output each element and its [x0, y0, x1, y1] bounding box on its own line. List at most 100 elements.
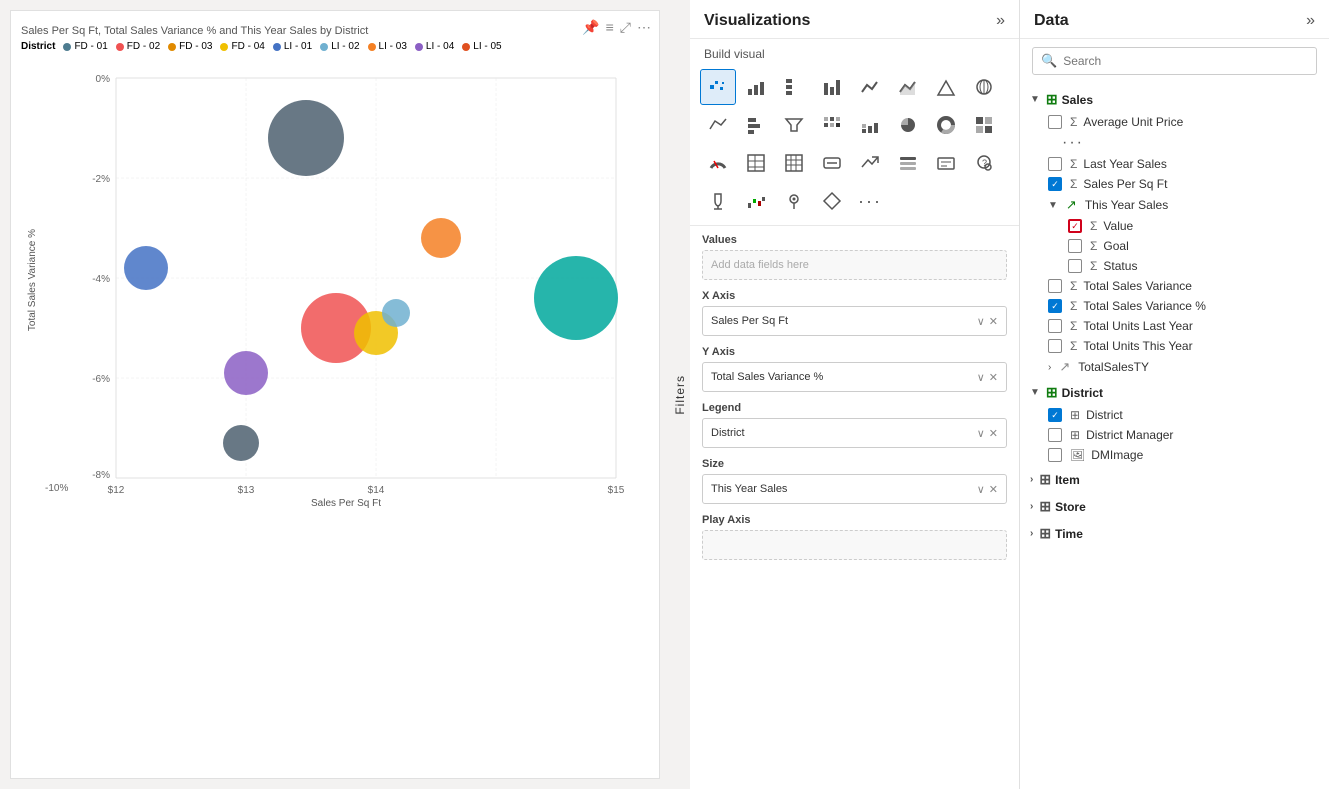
tree-item-dmimage[interactable]: 🖼 DMImage	[1020, 445, 1329, 465]
tree-item-district-manager[interactable]: ⊞ District Manager	[1020, 425, 1329, 445]
y-axis-well-box[interactable]: Total Sales Variance % ∨ ✕	[702, 362, 1007, 392]
tree-item-status[interactable]: Σ Status	[1020, 256, 1329, 276]
tree-item-avg-unit-price[interactable]: Σ Average Unit Price	[1020, 112, 1329, 132]
viz-icon-heatmap[interactable]	[814, 107, 850, 143]
bubble-li04[interactable]	[224, 351, 268, 395]
viz-icon-line[interactable]	[814, 69, 850, 105]
y-axis-chevron[interactable]: ∨	[977, 371, 985, 384]
viz-icon-diamond[interactable]	[814, 183, 850, 219]
this-year-sales-chevron[interactable]: ▼	[1048, 200, 1058, 211]
viz-icon-textbox[interactable]	[928, 145, 964, 181]
size-controls[interactable]: ∨ ✕	[977, 483, 998, 496]
district-manager-checkbox[interactable]	[1048, 428, 1062, 442]
legend-remove[interactable]: ✕	[989, 427, 998, 440]
tree-item-goal[interactable]: Σ Goal	[1020, 236, 1329, 256]
viz-icon-gauge[interactable]	[700, 145, 736, 181]
viz-icon-more[interactable]: ···	[852, 183, 888, 219]
viz-icon-pie[interactable]	[890, 107, 926, 143]
viz-icon-mappin[interactable]	[776, 183, 812, 219]
total-units-this-year-checkbox[interactable]	[1048, 339, 1062, 353]
viz-icon-kpi[interactable]	[852, 145, 888, 181]
goal-checkbox[interactable]	[1068, 239, 1082, 253]
y-axis-controls[interactable]: ∨ ✕	[977, 371, 998, 384]
search-input[interactable]	[1063, 54, 1308, 68]
tree-group-store-header[interactable]: › ⊞ Store	[1020, 494, 1329, 519]
x-axis-remove[interactable]: ✕	[989, 315, 998, 328]
values-well-box[interactable]: Add data fields here	[702, 250, 1007, 280]
tree-group-time-header[interactable]: › ⊞ Time	[1020, 521, 1329, 546]
legend-controls[interactable]: ∨ ✕	[977, 427, 998, 440]
legend-item-fd03: FD - 03	[168, 41, 212, 52]
tree-item-last-year-sales[interactable]: Σ Last Year Sales	[1020, 154, 1329, 174]
data-panel-expand[interactable]: »	[1306, 12, 1315, 30]
total-sales-variance-pct-checkbox[interactable]: ✓	[1048, 299, 1062, 313]
viz-icon-waterfall[interactable]	[738, 183, 774, 219]
total-sales-ty-chevron[interactable]: ›	[1048, 362, 1051, 373]
viz-icon-qanda[interactable]: ?	[966, 145, 1002, 181]
viz-icon-table[interactable]	[738, 145, 774, 181]
size-well-box[interactable]: This Year Sales ∨ ✕	[702, 474, 1007, 504]
viz-icon-line2[interactable]	[700, 107, 736, 143]
svg-text:$15: $15	[608, 485, 625, 496]
district-checkbox[interactable]: ✓	[1048, 408, 1062, 422]
last-year-sales-checkbox[interactable]	[1048, 157, 1062, 171]
play-axis-well-box[interactable]	[702, 530, 1007, 560]
x-axis-controls[interactable]: ∨ ✕	[977, 315, 998, 328]
bubble-li05[interactable]	[534, 256, 618, 340]
viz-icon-map[interactable]	[966, 69, 1002, 105]
size-chevron[interactable]: ∨	[977, 483, 985, 496]
viz-icon-slicer[interactable]	[890, 145, 926, 181]
tree-item-total-sales-ty[interactable]: › ↗ TotalSalesTY	[1020, 356, 1329, 378]
y-axis-remove[interactable]: ✕	[989, 371, 998, 384]
tree-item-this-year-sales[interactable]: ▼ ↗ This Year Sales	[1020, 194, 1329, 216]
bubble-li02[interactable]	[382, 299, 410, 327]
tree-group-sales-header[interactable]: ▼ ⊞ Sales	[1020, 87, 1329, 112]
bubble-fd01[interactable]	[268, 100, 344, 176]
viz-icon-matrix[interactable]	[776, 145, 812, 181]
viz-icon-column[interactable]	[776, 69, 812, 105]
more-icon[interactable]: ≡	[606, 19, 614, 36]
bubble-fd03[interactable]	[421, 218, 461, 258]
tree-item-district[interactable]: ✓ ⊞ District	[1020, 405, 1329, 425]
tree-item-value[interactable]: ✓ Σ Value	[1020, 216, 1329, 236]
tree-item-total-sales-variance-pct[interactable]: ✓ Σ Total Sales Variance %	[1020, 296, 1329, 316]
tree-item-total-units-this-year[interactable]: Σ Total Units This Year	[1020, 336, 1329, 356]
viz-icon-bar2[interactable]	[738, 107, 774, 143]
tree-group-item-header[interactable]: › ⊞ Item	[1020, 467, 1329, 492]
total-units-last-year-checkbox[interactable]	[1048, 319, 1062, 333]
visualizations-panel: Visualizations » Build visual	[690, 0, 1020, 789]
search-box[interactable]: 🔍	[1032, 47, 1317, 75]
tree-item-total-sales-variance[interactable]: Σ Total Sales Variance	[1020, 276, 1329, 296]
tree-item-sales-per-sq-ft[interactable]: ✓ Σ Sales Per Sq Ft	[1020, 174, 1329, 194]
tree-group-district-header[interactable]: ▼ ⊞ District	[1020, 380, 1329, 405]
dmimage-checkbox[interactable]	[1048, 448, 1062, 462]
bubble-li01[interactable]	[124, 246, 168, 290]
viz-icon-stacked[interactable]	[852, 107, 888, 143]
x-axis-chevron[interactable]: ∨	[977, 315, 985, 328]
expand-icon[interactable]: ⤢	[620, 19, 631, 36]
viz-icon-treemap[interactable]	[966, 107, 1002, 143]
tree-item-total-units-last-year[interactable]: Σ Total Units Last Year	[1020, 316, 1329, 336]
viz-icon-trophy[interactable]	[700, 183, 736, 219]
viz-panel-expand[interactable]: »	[996, 12, 1005, 30]
total-sales-variance-checkbox[interactable]	[1048, 279, 1062, 293]
avg-unit-price-checkbox[interactable]	[1048, 115, 1062, 129]
value-checkbox[interactable]: ✓	[1068, 219, 1082, 233]
viz-icon-funnel[interactable]	[776, 107, 812, 143]
viz-icon-combo[interactable]	[890, 69, 926, 105]
x-axis-well-box[interactable]: Sales Per Sq Ft ∨ ✕	[702, 306, 1007, 336]
bubble-li03[interactable]	[223, 425, 259, 461]
legend-chevron[interactable]: ∨	[977, 427, 985, 440]
viz-icon-bar[interactable]	[738, 69, 774, 105]
status-checkbox[interactable]	[1068, 259, 1082, 273]
viz-icon-donut[interactable]	[928, 107, 964, 143]
viz-icon-area[interactable]	[852, 69, 888, 105]
options-icon[interactable]: ⋯	[637, 19, 651, 36]
size-remove[interactable]: ✕	[989, 483, 998, 496]
sales-per-sq-ft-checkbox[interactable]: ✓	[1048, 177, 1062, 191]
legend-well-box[interactable]: District ∨ ✕	[702, 418, 1007, 448]
viz-icon-card[interactable]	[814, 145, 850, 181]
viz-icon-scatter[interactable]	[700, 69, 736, 105]
viz-icon-mountain[interactable]	[928, 69, 964, 105]
pin-icon[interactable]: 📌	[582, 19, 599, 36]
